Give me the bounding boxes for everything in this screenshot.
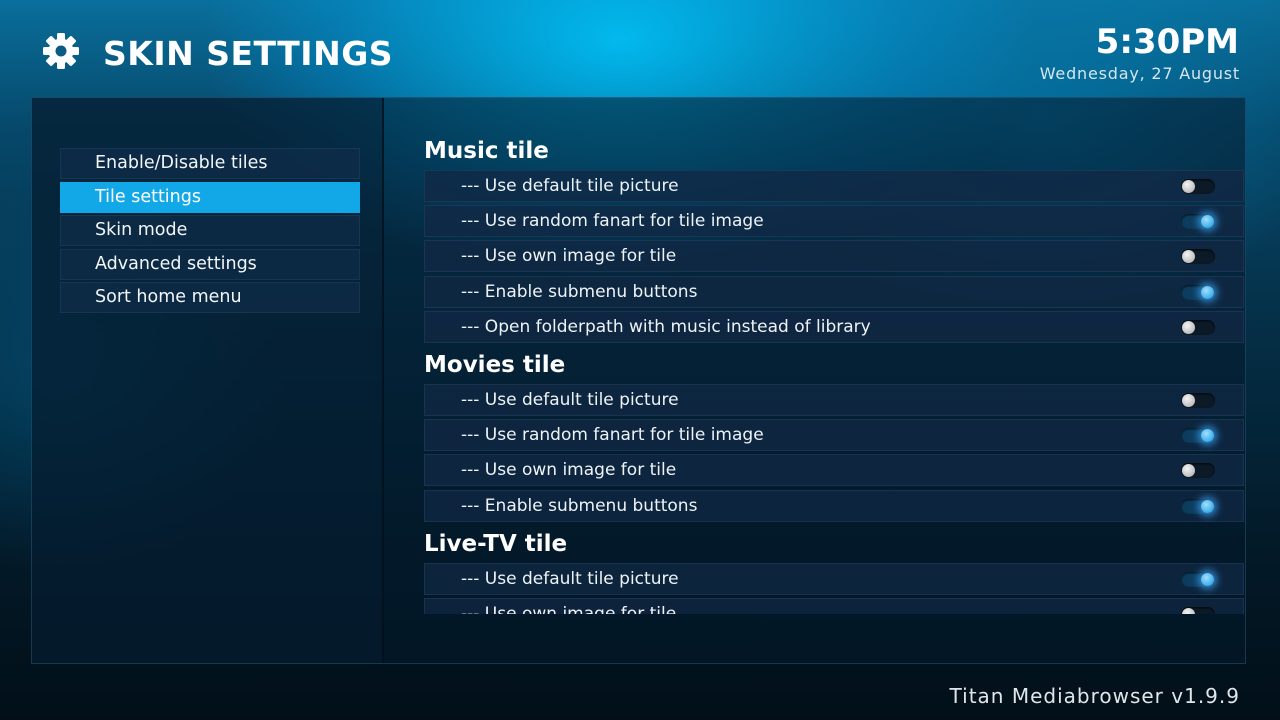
setting-row[interactable]: --- Open folderpath with music instead o…	[424, 310, 1244, 343]
toggle-switch[interactable]	[1181, 214, 1215, 230]
setting-label: --- Use own image for tile	[461, 460, 677, 481]
setting-label: --- Use own image for tile	[461, 603, 677, 614]
menu-item-enable-disable-tiles[interactable]: Enable/Disable tiles	[60, 148, 360, 179]
menu-item-advanced-settings[interactable]: Advanced settings	[60, 248, 360, 280]
category-pane: Enable/Disable tiles Tile settings Skin …	[32, 98, 384, 663]
toggle-knob	[1201, 499, 1214, 513]
toggle-knob	[1182, 464, 1195, 478]
setting-row[interactable]: --- Use own image for tile	[424, 597, 1244, 614]
toggle-switch[interactable]	[1181, 606, 1215, 614]
setting-row[interactable]: --- Use own image for tile	[424, 454, 1244, 487]
page-title: SKIN SETTINGS	[103, 34, 394, 73]
toggle-knob	[1182, 250, 1195, 264]
setting-label: --- Use default tile picture	[461, 568, 679, 589]
setting-label: --- Enable submenu buttons	[461, 495, 698, 516]
gear-icon	[42, 32, 80, 70]
category-menu: Enable/Disable tiles Tile settings Skin …	[60, 148, 360, 316]
menu-item-skin-mode[interactable]: Skin mode	[60, 215, 360, 246]
toggle-switch[interactable]	[1181, 392, 1215, 408]
toggle-knob	[1201, 572, 1214, 586]
toggle-switch[interactable]	[1181, 498, 1215, 514]
toggle-knob	[1182, 180, 1195, 193]
section-title-movies: Movies tile	[424, 351, 566, 378]
setting-label: --- Enable submenu buttons	[461, 281, 698, 302]
main-panel: Enable/Disable tiles Tile settings Skin …	[31, 97, 1246, 664]
toggle-switch[interactable]	[1181, 179, 1215, 194]
toggle-switch[interactable]	[1181, 571, 1215, 587]
setting-row[interactable]: --- Use default tile picture	[424, 170, 1244, 202]
toggle-knob	[1201, 285, 1214, 299]
setting-row[interactable]: --- Use random fanart for tile image	[424, 205, 1244, 238]
section-title-music: Music tile	[424, 138, 549, 164]
app-version: Titan Mediabrowser v1.9.9	[949, 684, 1240, 708]
settings-list[interactable]: Music tile --- Use default tile picture …	[424, 132, 1244, 614]
date: Wednesday, 27 August	[1039, 64, 1240, 83]
setting-row[interactable]: --- Use default tile picture	[424, 383, 1244, 416]
setting-row[interactable]: --- Use random fanart for tile image	[424, 419, 1244, 452]
setting-row[interactable]: --- Use default tile picture	[424, 562, 1244, 595]
toggle-knob	[1182, 607, 1195, 614]
toggle-knob	[1201, 429, 1214, 443]
toggle-switch[interactable]	[1181, 428, 1215, 444]
menu-item-tile-settings[interactable]: Tile settings	[60, 181, 360, 213]
setting-label: --- Use default tile picture	[461, 176, 679, 196]
setting-label: --- Use default tile picture	[461, 389, 679, 410]
toggle-knob	[1201, 215, 1214, 229]
toggle-switch[interactable]	[1181, 463, 1215, 479]
menu-item-sort-home-menu[interactable]: Sort home menu	[60, 282, 360, 313]
clock: 5:30PM	[1095, 22, 1239, 62]
setting-row[interactable]: --- Enable submenu buttons	[424, 275, 1244, 308]
setting-row[interactable]: --- Enable submenu buttons	[424, 489, 1244, 522]
setting-label: --- Use own image for tile	[461, 246, 677, 267]
toggle-knob	[1182, 393, 1195, 407]
setting-label: --- Use random fanart for tile image	[461, 425, 764, 446]
toggle-switch[interactable]	[1181, 249, 1215, 265]
section-title-live-tv: Live-TV tile	[424, 530, 568, 557]
toggle-switch[interactable]	[1181, 284, 1215, 300]
setting-label: --- Use random fanart for tile image	[461, 211, 764, 232]
toggle-knob	[1182, 320, 1195, 334]
toggle-switch[interactable]	[1181, 319, 1215, 335]
setting-label: --- Open folderpath with music instead o…	[461, 316, 871, 337]
setting-row[interactable]: --- Use own image for tile	[424, 240, 1244, 273]
